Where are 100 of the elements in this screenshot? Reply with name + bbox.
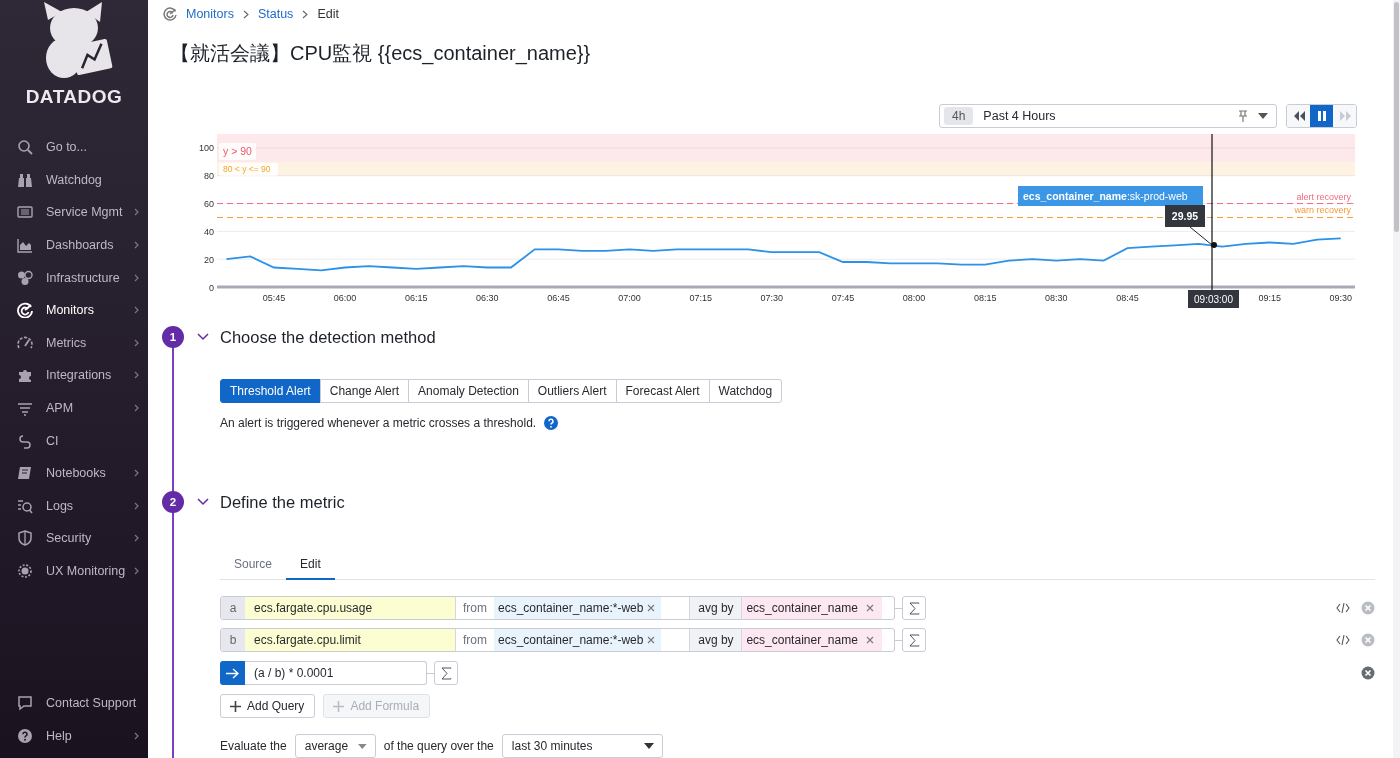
breadcrumb-link[interactable]: Status (257, 7, 294, 21)
sidebar-item[interactable]: APM (0, 391, 148, 425)
series-tooltip: ecs_container_name:sk-prod-web (1018, 186, 1203, 206)
chevron-down-icon[interactable] (197, 498, 209, 506)
pin-icon (1238, 110, 1248, 122)
rewind-button[interactable] (1287, 105, 1310, 127)
method-tab[interactable]: Anomaly Detection (408, 379, 529, 403)
sidebar-item[interactable]: Contact Support (0, 686, 148, 720)
sidebar-item[interactable]: Security (0, 522, 148, 555)
sidebar-item[interactable]: Notebooks (0, 456, 148, 490)
band-label: 80 < y <= 90 (223, 164, 271, 175)
sidebar-item[interactable]: Watchdog (0, 163, 148, 197)
page-title: 【就活会議】CPU監視 {{ecs_container_name}} (170, 41, 592, 66)
editor-tab[interactable]: Edit (286, 557, 335, 580)
sidebar-item[interactable]: Integrations (0, 359, 148, 392)
sidebar-item[interactable]: Infrastructure (0, 261, 148, 294)
method-description: An alert is triggered whenever a metric crosses a threshold. (220, 416, 537, 430)
axis-label: 06:45 (547, 293, 570, 303)
axis-label: 06:30 (476, 293, 499, 303)
scrollbar[interactable] (1393, 0, 1400, 758)
chevron-icon (134, 241, 140, 250)
sidebar-item[interactable]: CI (0, 424, 148, 457)
sidebar-item[interactable]: Logs (0, 489, 148, 523)
rewind-icon (1292, 110, 1305, 122)
axis-label: 100 (198, 143, 214, 154)
chevron-icon (134, 469, 140, 478)
step-title: Choose the detection method (220, 327, 436, 347)
chevron-down-icon[interactable] (197, 333, 209, 341)
sidebar-item[interactable]: Go to... (0, 131, 148, 164)
breadcrumb-current: Edit (317, 7, 339, 21)
chat-icon (17, 695, 33, 712)
function-button[interactable] (434, 661, 458, 685)
plus-icon (230, 700, 241, 712)
band-label: y > 90 (223, 145, 253, 158)
sidebar-item[interactable]: Metrics (0, 326, 148, 360)
sidebar-item[interactable]: Help (0, 719, 148, 752)
chevron-icon (134, 338, 140, 347)
remove-icon[interactable] (1361, 666, 1375, 680)
step-title: Define the metric (220, 492, 345, 512)
sidebar-item[interactable]: Dashboards (0, 228, 148, 262)
chevron-icon (134, 534, 140, 543)
code-icon[interactable] (1336, 634, 1350, 646)
arrow-right-icon (226, 667, 239, 679)
method-tab[interactable]: Threshold Alert (220, 379, 321, 403)
chevron-icon (134, 371, 140, 380)
method-tab[interactable]: Change Alert (319, 379, 410, 403)
method-tab[interactable]: Outliers Alert (527, 379, 617, 403)
method-tab[interactable]: Forecast Alert (615, 379, 710, 403)
step-number: 2 (162, 491, 184, 513)
method-tab[interactable]: Watchdog (708, 379, 783, 403)
chevron-icon (134, 404, 140, 413)
axis-label: 08:45 (1116, 293, 1139, 303)
sigma-icon (908, 601, 920, 615)
formula-arrow-button[interactable] (220, 661, 245, 685)
time-tooltip: 09:03:00 (1188, 290, 1239, 308)
time-badge: 4h (944, 107, 974, 125)
time-range-selector[interactable]: 4h Past 4 Hours (939, 104, 1277, 128)
cog-icon (17, 563, 33, 579)
editor-tab[interactable]: Source (220, 557, 287, 578)
recovery-label: alert recovery (1296, 191, 1351, 202)
lines-icon (17, 400, 33, 417)
axis-label: 08:30 (1045, 293, 1068, 303)
evaluate-label: Evaluate the (220, 739, 287, 753)
chevron-icon (134, 306, 140, 315)
shield-icon (17, 530, 33, 547)
function-button[interactable] (902, 628, 926, 652)
pause-button[interactable] (1310, 105, 1333, 127)
fast-forward-icon (1338, 110, 1351, 122)
puzzle-icon (17, 367, 33, 384)
axis-label: 20 (204, 254, 214, 265)
chevron-icon (134, 567, 140, 575)
sigma-icon (908, 633, 920, 647)
sidebar-item[interactable]: Service Mgmt (0, 196, 148, 229)
log-search-icon (17, 497, 33, 514)
function-button[interactable] (902, 596, 926, 620)
sidebar-item[interactable]: UX Monitoring (0, 554, 148, 588)
aggregation-select[interactable]: average (294, 734, 376, 758)
breadcrumb-link[interactable]: Monitors (186, 7, 234, 21)
plus-icon (333, 700, 345, 712)
window-select[interactable]: last 30 minutes (501, 734, 663, 758)
time-range-label: Past 4 Hours (983, 109, 1057, 123)
code-icon[interactable] (1336, 602, 1350, 614)
axis-label: 0 (209, 282, 214, 293)
threshold-label: y > 90 (219, 142, 256, 160)
help-icon (17, 727, 33, 744)
axis-label: 08:00 (902, 293, 926, 303)
circles-icon (17, 269, 33, 286)
threshold-label: 80 < y <= 90 (219, 162, 278, 176)
chevron-icon (134, 273, 140, 282)
step-number: 1 (162, 326, 184, 348)
pause-icon (1315, 110, 1328, 122)
add-button[interactable]: Add Query (220, 694, 316, 718)
axis-label: 06:00 (333, 293, 357, 303)
chevron-icon (302, 9, 309, 19)
formula-field[interactable]: (a / b) * 0.0001 (245, 661, 427, 685)
axis-label: 08:15 (973, 293, 997, 303)
leader-line (1189, 226, 1213, 246)
value-tooltip: 29.95 (1165, 205, 1205, 227)
help-icon[interactable] (544, 416, 559, 430)
sidebar-item[interactable]: Monitors (0, 293, 148, 327)
